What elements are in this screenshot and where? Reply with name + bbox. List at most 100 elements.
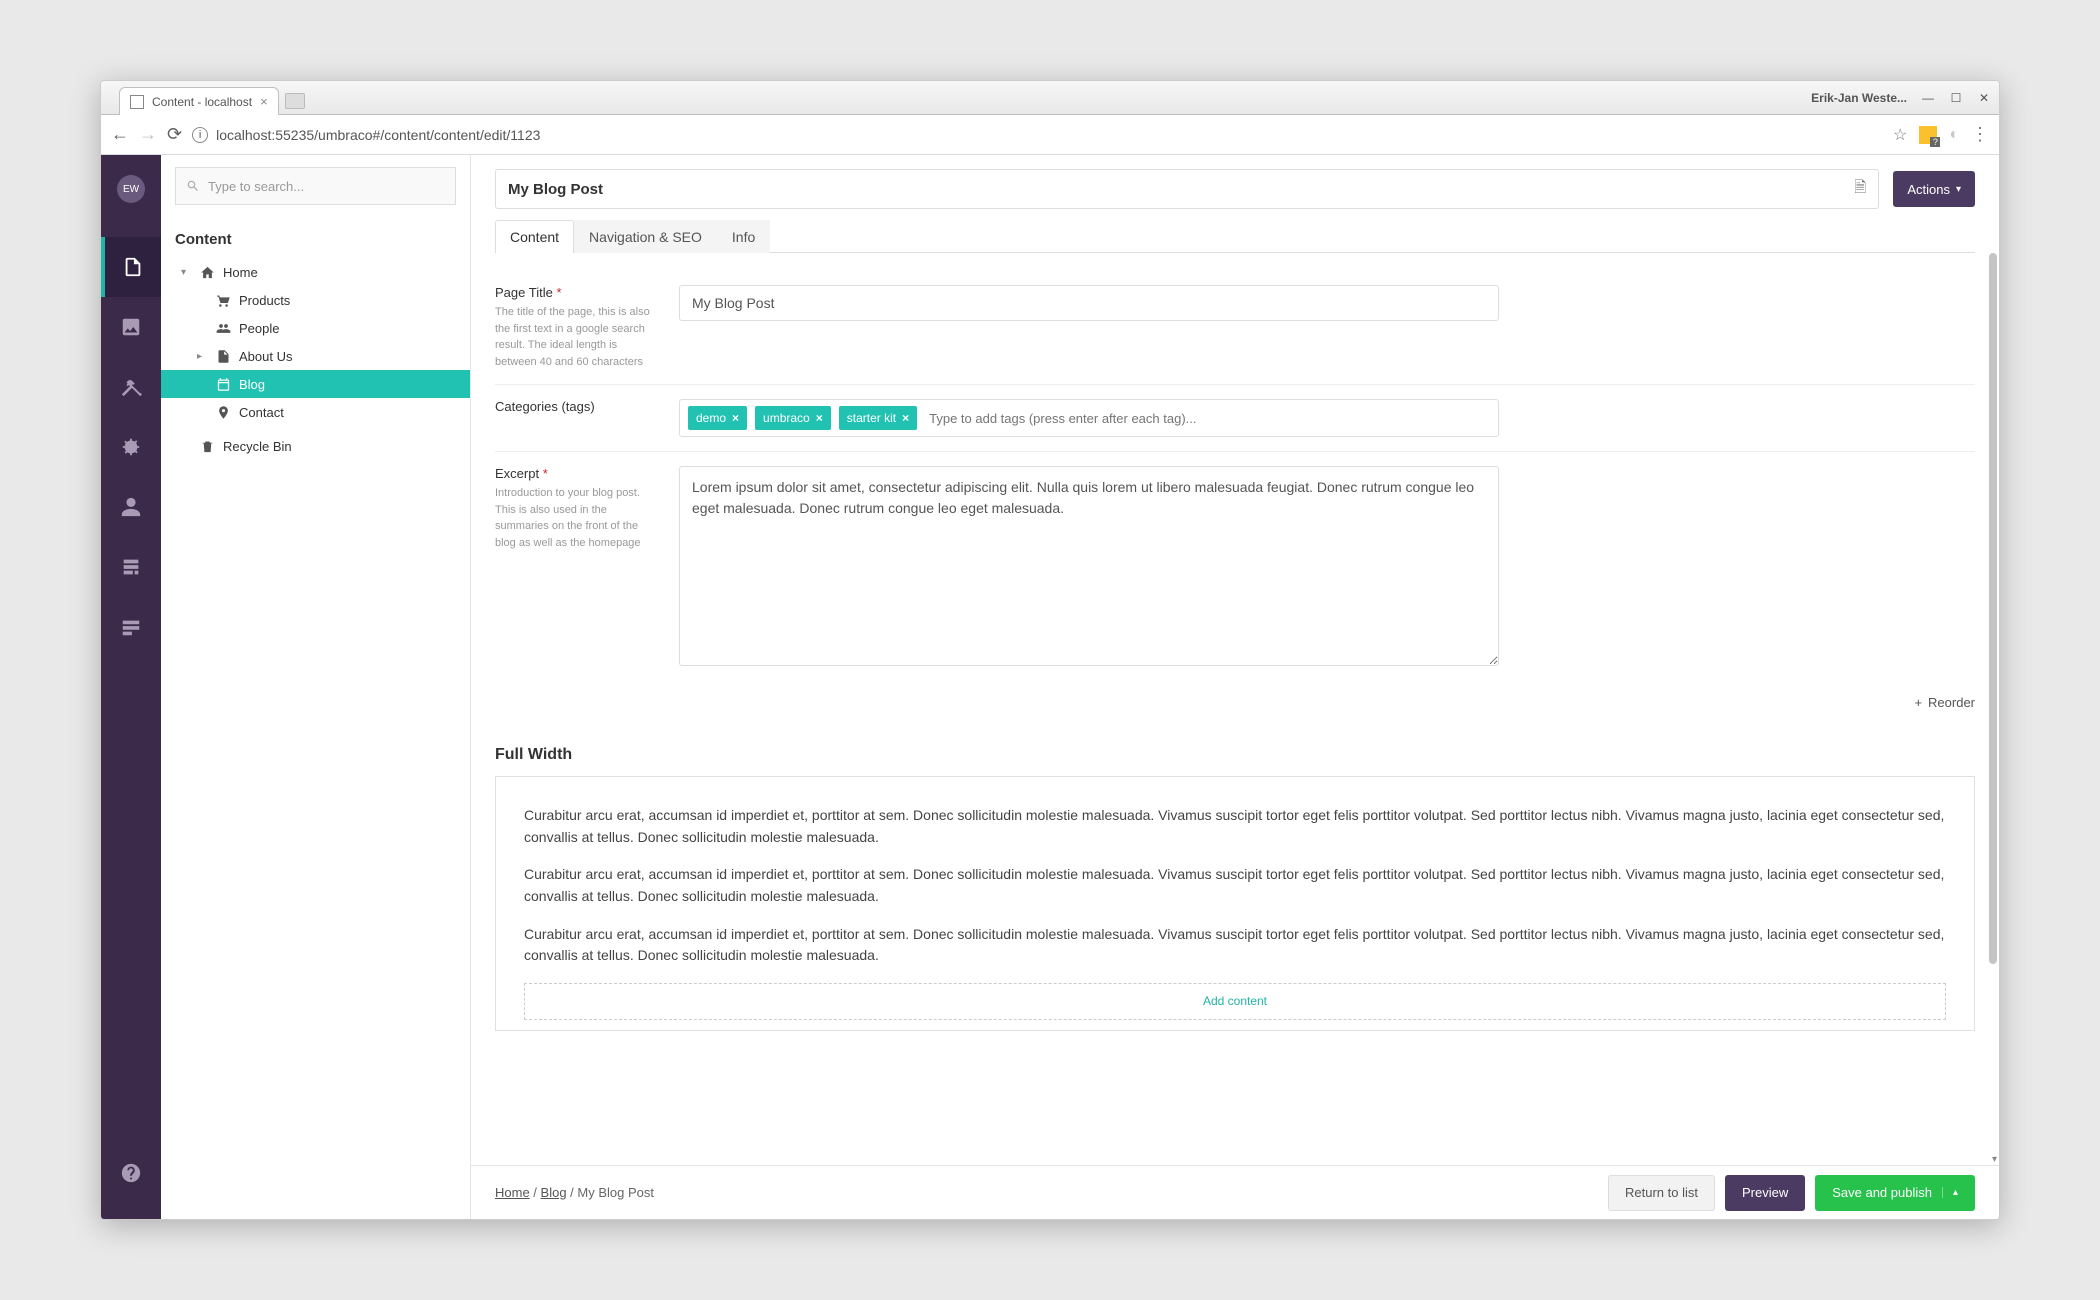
section-media-icon[interactable]	[101, 297, 161, 357]
breadcrumb-link[interactable]: Home	[495, 1185, 530, 1200]
breadcrumb-link[interactable]: Blog	[541, 1185, 567, 1200]
browser-tab-strip: Content - localhost × Erik-Jan Weste... …	[101, 81, 1999, 115]
add-content-button[interactable]: Add content	[524, 983, 1946, 1020]
tab-content[interactable]: Content	[495, 220, 574, 253]
expander-icon[interactable]: ▸	[197, 351, 207, 362]
tree-label: Blog	[239, 377, 265, 392]
reorder-button[interactable]: + Reorder	[1914, 695, 1975, 710]
url-field[interactable]: i localhost:55235/umbraco#/content/conte…	[192, 127, 1883, 143]
tag-editor[interactable]: demo× umbraco× starter kit×	[679, 399, 1499, 437]
help-icon[interactable]	[101, 1143, 161, 1203]
plus-icon: +	[1914, 695, 1922, 710]
window-maximize-icon[interactable]: ☐	[1949, 91, 1963, 105]
required-indicator: *	[543, 466, 548, 481]
tree-search[interactable]: Type to search...	[175, 167, 456, 205]
nav-back-icon[interactable]: ←	[111, 124, 129, 145]
grid-cell[interactable]: Curabitur arcu erat, accumsan id imperdi…	[495, 776, 1975, 1031]
save-and-publish-button[interactable]: Save and publish ▴	[1815, 1175, 1975, 1211]
tree-label: Products	[239, 293, 290, 308]
url-text: localhost:55235/umbraco#/content/content…	[216, 127, 540, 143]
browser-address-bar: ← → ⟳ i localhost:55235/umbraco#/content…	[101, 115, 1999, 155]
tab-navigation-seo[interactable]: Navigation & SEO	[574, 220, 717, 253]
breadcrumb: Home / Blog / My Blog Post	[495, 1185, 654, 1200]
tag-input[interactable]	[925, 407, 1490, 430]
property-description: Introduction to your blog post. This is …	[495, 485, 655, 551]
tag-remove-icon[interactable]: ×	[732, 411, 739, 425]
page-title-input-wrap: 🗎	[495, 169, 1879, 209]
property-page-title: Page Title * The title of the page, this…	[495, 271, 1975, 385]
new-tab-button[interactable]	[285, 93, 305, 109]
actions-button[interactable]: Actions	[1893, 171, 1975, 207]
section-content-icon[interactable]	[101, 237, 161, 297]
user-avatar[interactable]: EW	[117, 175, 145, 203]
browser-tab[interactable]: Content - localhost ×	[119, 87, 279, 115]
home-icon	[199, 264, 215, 280]
tab-info[interactable]: Info	[717, 220, 770, 253]
scrollbar-thumb[interactable]	[1989, 253, 1997, 964]
scrollbar-track: ▾	[1987, 253, 1997, 1165]
editor-tabs: Content Navigation & SEO Info	[495, 219, 1975, 253]
tree-node-blog[interactable]: Blog	[161, 370, 470, 398]
property-label: Categories (tags)	[495, 399, 595, 414]
preview-button[interactable]: Preview	[1725, 1175, 1805, 1211]
grid-section-title: Full Width	[495, 746, 1975, 764]
property-excerpt: Excerpt * Introduction to your blog post…	[495, 452, 1975, 685]
tree-label: About Us	[239, 349, 292, 364]
grid-section: Full Width Curabitur arcu erat, accumsan…	[495, 746, 1975, 1031]
page-title-input[interactable]	[508, 181, 1854, 198]
return-to-list-button[interactable]: Return to list	[1608, 1175, 1715, 1211]
tree-node-recycle-bin[interactable]: Recycle Bin	[161, 432, 470, 460]
expander-icon[interactable]: ▾	[181, 267, 191, 278]
tree-label: People	[239, 321, 279, 336]
tree-label: Contact	[239, 405, 284, 420]
property-categories: Categories (tags) demo× umbraco× starter…	[495, 385, 1975, 452]
scroll-down-icon[interactable]: ▾	[1992, 1154, 1997, 1165]
tag-chip: starter kit×	[839, 406, 917, 430]
chrome-menu-icon[interactable]: ⋮	[1971, 124, 1989, 145]
nav-reload-icon[interactable]: ⟳	[167, 124, 182, 145]
editor-pane: 🗎 Actions Content Navigation & SEO Info …	[471, 155, 1999, 1219]
section-settings-icon[interactable]	[101, 357, 161, 417]
property-label: Page Title	[495, 285, 553, 300]
page-favicon-icon	[130, 95, 144, 109]
tree-node-contact[interactable]: Contact	[161, 398, 470, 426]
window-close-icon[interactable]: ✕	[1977, 91, 1991, 105]
grid-paragraph: Curabitur arcu erat, accumsan id imperdi…	[524, 924, 1946, 967]
publish-dropdown-icon[interactable]: ▴	[1942, 1187, 1958, 1198]
editor-body: Page Title * The title of the page, this…	[471, 253, 1999, 1165]
tree-section-title: Content	[161, 217, 470, 258]
editor-footer: Home / Blog / My Blog Post Return to lis…	[471, 1165, 1999, 1219]
document-type-icon[interactable]: 🗎	[1854, 177, 1866, 202]
tag-chip: demo×	[688, 406, 747, 430]
section-developer-icon[interactable]	[101, 417, 161, 477]
grid-paragraph: Curabitur arcu erat, accumsan id imperdi…	[524, 864, 1946, 907]
bookmark-star-icon[interactable]: ☆	[1893, 125, 1907, 145]
tree-label: Home	[223, 265, 258, 280]
tree-node-people[interactable]: People	[161, 314, 470, 342]
extension-icon[interactable]	[1919, 126, 1937, 144]
calendar-icon	[215, 376, 231, 392]
tag-remove-icon[interactable]: ×	[902, 411, 909, 425]
property-description: The title of the page, this is also the …	[495, 304, 655, 370]
search-placeholder: Type to search...	[208, 179, 304, 194]
section-forms-icon[interactable]	[101, 597, 161, 657]
cart-icon	[215, 292, 231, 308]
page-title-field[interactable]	[679, 285, 1499, 321]
section-members-icon[interactable]	[101, 537, 161, 597]
grid-paragraph: Curabitur arcu erat, accumsan id imperdi…	[524, 805, 1946, 848]
tree-node-home[interactable]: ▾ Home	[161, 258, 470, 286]
people-icon	[215, 320, 231, 336]
excerpt-textarea[interactable]	[679, 466, 1499, 666]
tab-close-icon[interactable]: ×	[260, 94, 268, 109]
section-users-icon[interactable]	[101, 477, 161, 537]
extension-disabled-icon[interactable]: ◐	[1949, 126, 1959, 144]
tree-node-products[interactable]: Products	[161, 286, 470, 314]
window-minimize-icon[interactable]: —	[1921, 91, 1935, 105]
document-icon	[215, 348, 231, 364]
tab-title: Content - localhost	[152, 95, 252, 109]
tree-node-about[interactable]: ▸ About Us	[161, 342, 470, 370]
tag-remove-icon[interactable]: ×	[816, 411, 823, 425]
site-info-icon[interactable]: i	[192, 127, 208, 143]
tree-label: Recycle Bin	[223, 439, 292, 454]
breadcrumb-current: My Blog Post	[577, 1185, 654, 1200]
